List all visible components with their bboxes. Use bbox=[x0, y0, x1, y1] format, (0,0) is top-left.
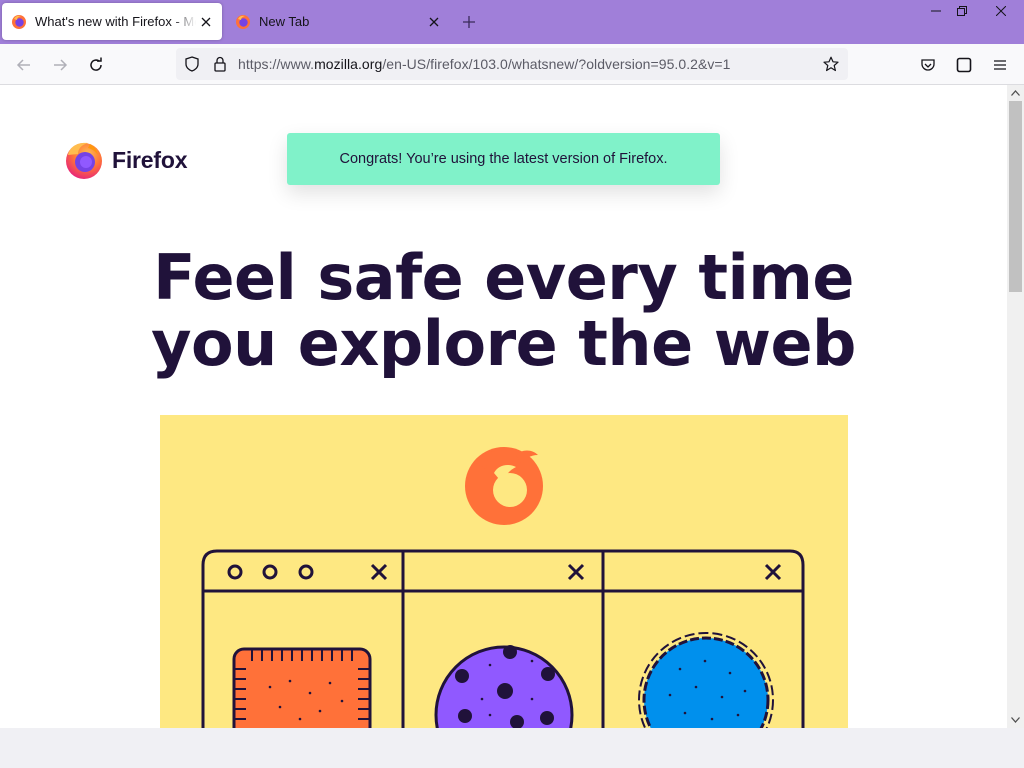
tracking-shield-icon[interactable] bbox=[184, 56, 200, 72]
url-text[interactable]: https://www.mozilla.org/en-US/firefox/10… bbox=[238, 56, 730, 72]
firefox-logo-icon bbox=[66, 142, 102, 179]
scroll-thumb[interactable] bbox=[1009, 101, 1022, 292]
nav-toolbar: https://www.mozilla.org/en-US/firefox/10… bbox=[0, 44, 1024, 85]
lock-icon[interactable] bbox=[212, 56, 228, 72]
tab-new-tab[interactable]: New Tab bbox=[226, 3, 450, 40]
brand-name: Firefox bbox=[112, 146, 188, 173]
reload-icon[interactable] bbox=[83, 52, 109, 78]
tab-title: New Tab bbox=[259, 14, 310, 29]
headline-line-2: you explore the web bbox=[151, 307, 856, 380]
page-scrollbar[interactable] bbox=[1007, 85, 1024, 728]
window-close-button[interactable] bbox=[977, 0, 1024, 22]
scroll-up-icon[interactable] bbox=[1007, 85, 1024, 101]
new-tab-icon[interactable] bbox=[458, 11, 480, 33]
hero-illustration bbox=[160, 415, 848, 728]
firefox-favicon bbox=[12, 14, 26, 29]
version-notice: Congrats! You’re using the latest versio… bbox=[287, 133, 720, 185]
page-headline: Feel safe every time you explore the web bbox=[0, 245, 1007, 377]
status-area bbox=[0, 728, 1024, 768]
tab-whats-new[interactable]: What's new with Firefox - More bbox=[2, 3, 222, 40]
headline-line-1: Feel safe every time bbox=[153, 241, 854, 314]
firefox-logo[interactable]: Firefox bbox=[64, 140, 187, 180]
forward-icon[interactable] bbox=[47, 52, 73, 78]
browser-cookies-illustration bbox=[201, 447, 805, 728]
firefox-flame-icon bbox=[465, 447, 543, 525]
sidebar-icon[interactable] bbox=[951, 52, 977, 78]
tab-close-icon[interactable] bbox=[196, 12, 216, 32]
scroll-down-icon[interactable] bbox=[1007, 712, 1024, 728]
tab-title: What's new with Firefox - More bbox=[35, 14, 196, 29]
pocket-icon[interactable] bbox=[915, 52, 941, 78]
purple-cookie bbox=[434, 645, 574, 728]
firefox-favicon bbox=[236, 14, 250, 29]
tab-close-icon[interactable] bbox=[424, 12, 444, 32]
blue-cookie bbox=[638, 632, 774, 728]
bookmark-star-icon[interactable] bbox=[823, 56, 839, 72]
web-content: Firefox Congrats! You’re using the lates… bbox=[0, 85, 1007, 728]
tab-strip: What's new with Firefox - More New Tab bbox=[0, 0, 1024, 44]
app-menu-icon[interactable] bbox=[987, 52, 1013, 78]
orange-cookie bbox=[232, 647, 372, 728]
back-icon[interactable] bbox=[11, 52, 37, 78]
restore-button[interactable] bbox=[947, 0, 977, 22]
address-bar[interactable]: https://www.mozilla.org/en-US/firefox/10… bbox=[176, 48, 848, 80]
